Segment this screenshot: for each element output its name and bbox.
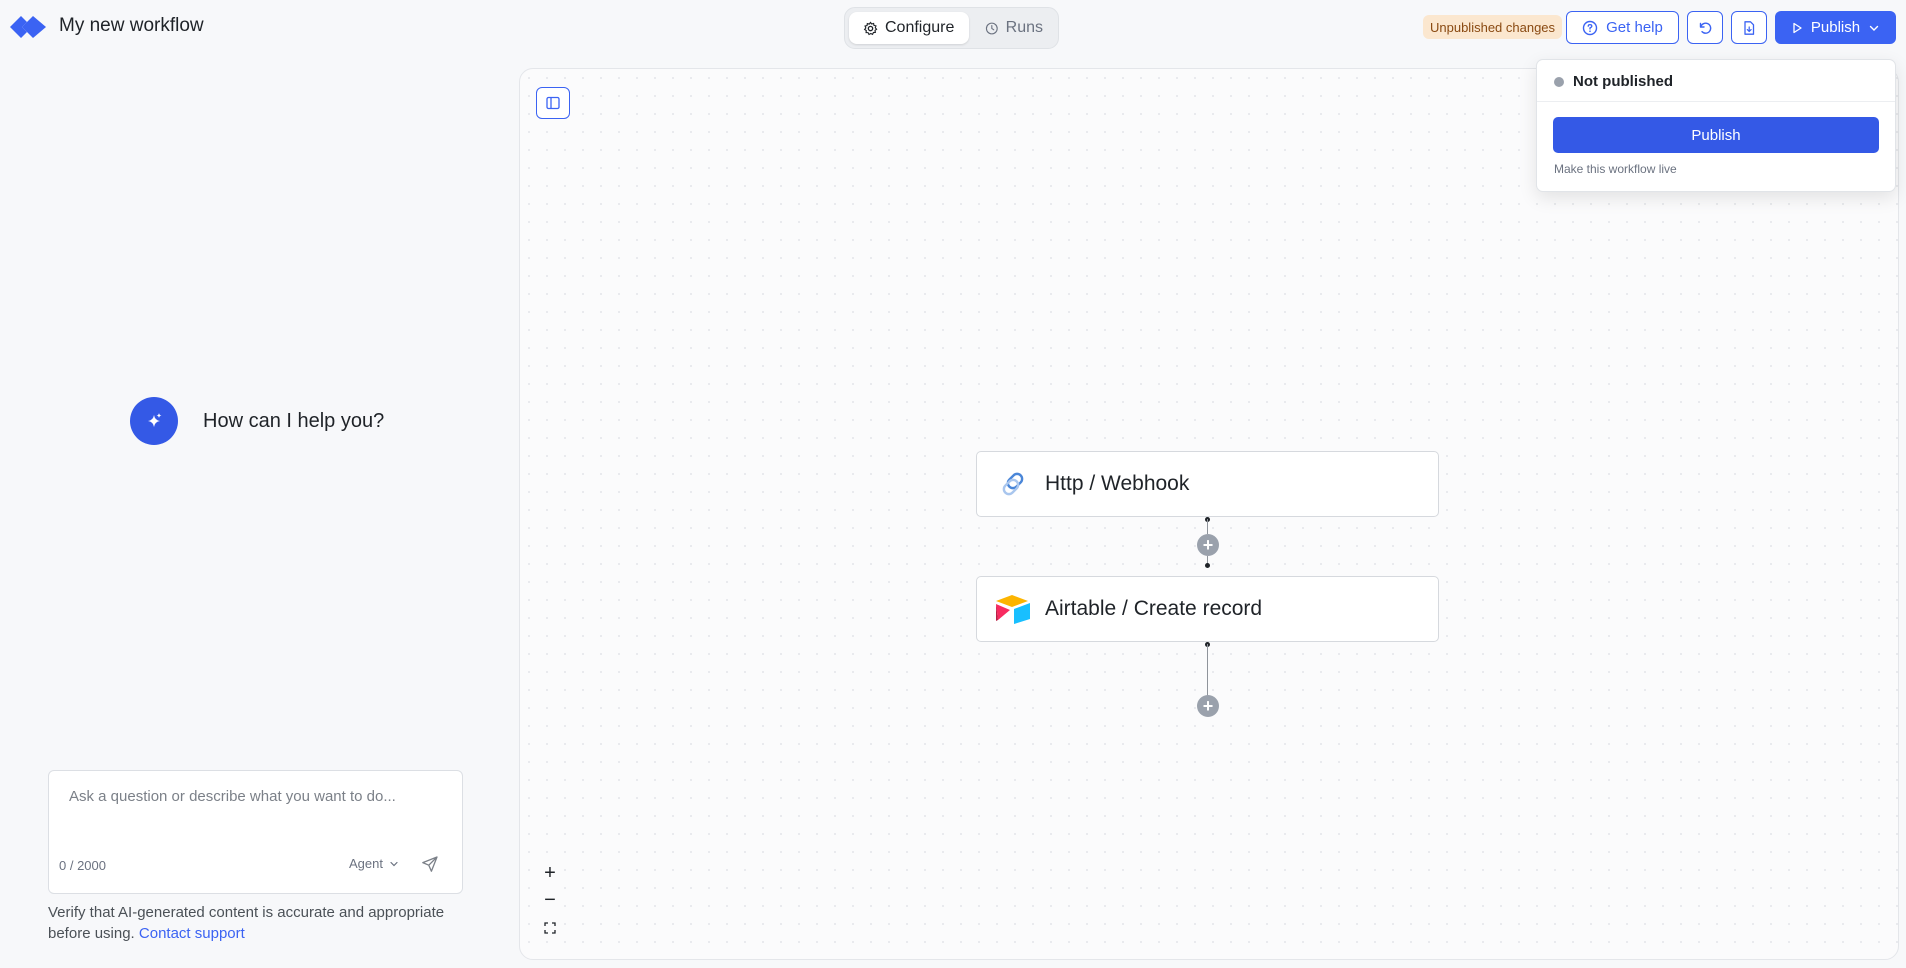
airtable-icon bbox=[993, 589, 1033, 629]
tab-configure[interactable]: Configure bbox=[849, 12, 969, 44]
chevron-down-icon bbox=[390, 861, 398, 866]
assistant-greeting: How can I help you? bbox=[130, 397, 384, 445]
contact-support-link[interactable]: Contact support bbox=[139, 925, 245, 942]
workflow-node-action[interactable]: Airtable / Create record bbox=[976, 576, 1439, 642]
assistant-greeting-text: How can I help you? bbox=[203, 409, 385, 432]
publish-status: Not published bbox=[1554, 73, 1673, 90]
add-step-button[interactable]: + bbox=[1197, 534, 1219, 556]
node-label: Http / Webhook bbox=[1045, 472, 1190, 495]
sidebar-toggle-icon bbox=[546, 96, 560, 110]
workflow-node-trigger[interactable]: Http / Webhook bbox=[976, 451, 1439, 517]
gear-icon bbox=[863, 20, 878, 35]
divider bbox=[1537, 101, 1895, 102]
app-logo-icon[interactable] bbox=[8, 12, 48, 42]
status-dot-icon bbox=[1554, 76, 1564, 87]
undo-button[interactable] bbox=[1687, 11, 1723, 44]
node-label: Airtable / Create record bbox=[1045, 597, 1263, 620]
popover-publish-button[interactable]: Publish bbox=[1553, 117, 1879, 153]
add-step-button[interactable]: + bbox=[1197, 695, 1219, 717]
tab-runs-label: Runs bbox=[1005, 19, 1043, 36]
ai-sparkle-icon bbox=[130, 397, 178, 445]
unpublished-status-badge: Unpublished changes bbox=[1423, 15, 1563, 39]
workflow-canvas[interactable]: Http / Webhook + Airtable / Create recor… bbox=[519, 68, 1899, 960]
tab-configure-label: Configure bbox=[885, 19, 955, 36]
link-icon bbox=[993, 464, 1033, 504]
tab-runs[interactable]: Runs bbox=[971, 12, 1057, 44]
mode-select[interactable]: Agent bbox=[349, 856, 399, 871]
ai-disclaimer: Verify that AI-generated content is accu… bbox=[48, 902, 468, 944]
publish-label: Publish bbox=[1810, 19, 1861, 36]
send-icon[interactable] bbox=[421, 855, 441, 875]
mode-select-label: Agent bbox=[349, 856, 383, 871]
get-help-button[interactable]: Get help bbox=[1566, 11, 1679, 44]
workflow-title[interactable]: My new workflow bbox=[59, 15, 204, 37]
top-bar: My new workflow Configure Runs Unpublish… bbox=[0, 0, 1906, 56]
char-counter: 0 / 2000 bbox=[59, 858, 106, 873]
edge-line bbox=[1207, 519, 1208, 534]
assistant-input[interactable]: Ask a question or describe what you want… bbox=[69, 788, 396, 805]
ai-disclaimer-text: Verify that AI-generated content is accu… bbox=[48, 904, 445, 942]
publish-status-text: Not published bbox=[1573, 73, 1673, 90]
get-help-label: Get help bbox=[1606, 19, 1663, 36]
publish-hint: Make this workflow live bbox=[1554, 162, 1677, 176]
chevron-down-icon bbox=[1869, 25, 1879, 31]
publish-popover: Not published Publish Make this workflow… bbox=[1536, 59, 1896, 192]
publish-button[interactable]: Publish bbox=[1775, 11, 1896, 44]
clock-icon bbox=[985, 22, 998, 34]
help-circle-icon bbox=[1582, 20, 1598, 35]
export-button[interactable] bbox=[1731, 11, 1767, 44]
fit-view-icon bbox=[544, 921, 556, 934]
zoom-out-button[interactable]: − bbox=[536, 887, 564, 914]
edge-line bbox=[1207, 644, 1208, 696]
file-export-icon bbox=[1744, 20, 1755, 35]
toggle-sidebar-button[interactable] bbox=[536, 87, 570, 119]
zoom-controls: + − bbox=[536, 860, 564, 941]
zoom-in-button[interactable]: + bbox=[536, 860, 564, 887]
assistant-input-box[interactable]: Ask a question or describe what you want… bbox=[48, 770, 463, 894]
node-connector-dot bbox=[1205, 563, 1210, 568]
fit-view-button[interactable] bbox=[536, 914, 564, 941]
play-icon bbox=[1793, 22, 1802, 33]
view-tabs: Configure Runs bbox=[844, 7, 1059, 49]
undo-icon bbox=[1699, 22, 1712, 34]
